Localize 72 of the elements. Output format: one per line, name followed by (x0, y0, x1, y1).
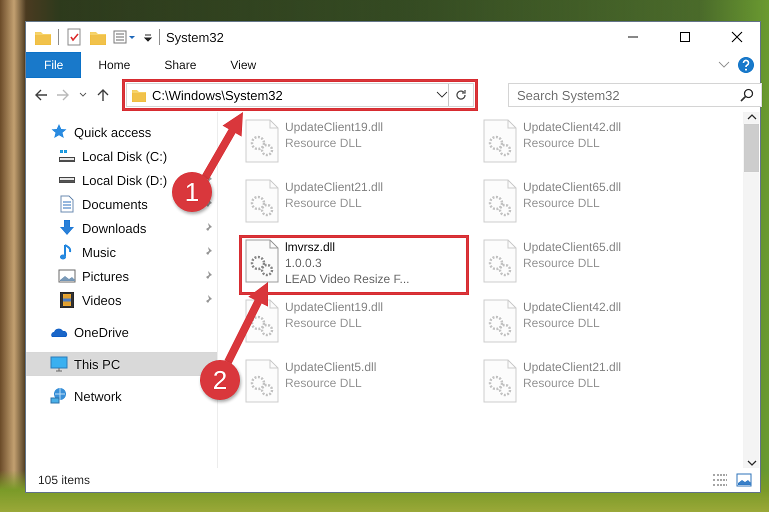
details-view-icon[interactable] (712, 473, 728, 487)
item-count: 105 items (38, 473, 92, 487)
file-name: lmvrsz.dll (285, 239, 336, 255)
scrollbar[interactable] (743, 112, 760, 468)
file-detail: Resource DLL (285, 375, 363, 391)
scroll-thumb[interactable] (744, 124, 759, 172)
computer-icon (50, 355, 68, 373)
nav-item[interactable]: OneDrive (26, 320, 137, 344)
file-detail: Resource DLL (523, 375, 601, 391)
file-menu-tab[interactable]: File (26, 52, 82, 78)
back-arrow-icon[interactable] (34, 88, 48, 102)
nav-item[interactable]: Music (26, 240, 217, 264)
dll-file-icon (245, 359, 279, 403)
maximize-icon (679, 31, 691, 43)
file-detail: Resource DLL (285, 315, 363, 331)
address-path: C:\Windows\System32 (152, 88, 283, 102)
dll-file-icon (483, 179, 517, 223)
drive-icon (58, 149, 76, 163)
refresh-icon (455, 89, 467, 101)
document-icon (58, 195, 76, 213)
search-field[interactable]: Search System32 (508, 83, 762, 107)
file-detail: Resource DLL (523, 315, 601, 331)
file-name: UpdateClient42.dll (523, 299, 622, 315)
dll-file-icon (245, 179, 279, 223)
file-name: UpdateClient19.dll (285, 119, 384, 135)
file-item[interactable]: lmvrsz.dll 1.0.0.3 LEAD Video Resize F... (242, 238, 466, 292)
file-name: UpdateClient5.dll (285, 359, 376, 375)
nav-item[interactable]: Videos (26, 288, 217, 312)
file-name: UpdateClient21.dll (523, 359, 622, 375)
help-icon[interactable] (738, 57, 754, 73)
file-detail: Resource DLL (285, 195, 363, 211)
nav-item[interactable]: Network (26, 384, 130, 408)
network-globe-icon (50, 387, 68, 405)
scroll-up-icon (746, 112, 756, 122)
dll-file-icon (483, 119, 517, 163)
dll-file-icon (483, 239, 517, 283)
picture-icon (58, 267, 76, 285)
up-arrow-icon[interactable] (96, 88, 110, 102)
download-arrow-icon (58, 219, 76, 237)
nav-item[interactable]: Local Disk (C:) (26, 144, 217, 168)
nav-item[interactable]: Downloads (26, 216, 217, 240)
window-title: System32 (166, 30, 225, 44)
ribbon-tab[interactable]: Home (81, 52, 148, 78)
dll-file-icon (245, 119, 279, 163)
film-icon (58, 291, 76, 309)
file-detail: LEAD Video Resize F... (285, 271, 410, 287)
file-detail: Resource DLL (285, 135, 363, 151)
file-name: UpdateClient65.dll (523, 239, 622, 255)
nav-item[interactable]: Quick access (26, 120, 160, 144)
file-detail: Resource DLL (523, 255, 601, 271)
dll-file-icon (245, 239, 279, 283)
drive-icon (58, 177, 76, 183)
nav-item[interactable]: Pictures (26, 264, 217, 288)
file-detail: Resource DLL (523, 135, 601, 151)
ribbon-tab[interactable]: Share (147, 52, 214, 78)
file-detail: Resource DLL (523, 195, 601, 211)
close-icon (731, 31, 743, 43)
checklist-icon[interactable] (65, 28, 83, 46)
file-name: UpdateClient42.dll (523, 119, 622, 135)
properties-icon[interactable] (113, 28, 137, 46)
file-name: UpdateClient65.dll (523, 179, 622, 195)
dll-file-icon (483, 359, 517, 403)
large-icons-view-icon[interactable] (736, 473, 752, 487)
dll-file-icon (483, 299, 517, 343)
folder-icon (131, 87, 147, 103)
address-bar[interactable]: C:\Windows\System32 (126, 83, 474, 107)
scroll-down-icon (746, 458, 756, 468)
ribbon-tab[interactable]: View (213, 52, 274, 78)
file-name: UpdateClient21.dll (285, 179, 384, 195)
chevron-down-icon[interactable] (436, 90, 448, 100)
file-detail: 1.0.0.3 (285, 255, 323, 271)
file-name: UpdateClient19.dll (285, 299, 384, 315)
